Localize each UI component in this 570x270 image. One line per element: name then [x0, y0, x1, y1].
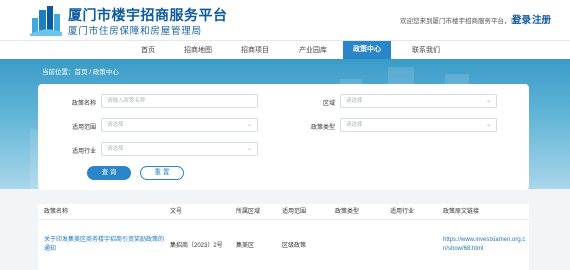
cell-scope: 区级政策 — [282, 243, 307, 249]
nav-item-map[interactable]: 招商地图 — [174, 45, 222, 55]
policy-name-label: 政策名称 — [71, 101, 96, 107]
breadcrumb: 当前位置：首页 / 政策中心 — [42, 69, 119, 76]
policy-type-label: 政策类型 — [310, 125, 335, 131]
register-link[interactable]: 注册 — [532, 12, 551, 26]
col-header-link: 政策原文链接 — [443, 209, 480, 215]
policy-name-link[interactable]: 关于印发集美区商务楼宇招商引资奖励政策的通知 — [44, 236, 164, 254]
col-header-scope: 适用范围 — [282, 209, 307, 215]
col-header-type: 政策类型 — [335, 209, 360, 215]
nav-item-projects[interactable]: 招商项目 — [231, 45, 279, 55]
policy-name-input[interactable]: 请输入政策名称 — [101, 94, 258, 108]
welcome-text: 欢迎您来到厦门市楼宇招商服务平台，请 — [400, 18, 517, 25]
site-title: 厦门市楼宇招商服务平台 — [68, 7, 228, 23]
cell-region: 集美区 — [236, 243, 255, 249]
query-button[interactable]: 查 询 — [87, 166, 131, 180]
scope-label: 适用范围 — [71, 125, 96, 131]
login-link[interactable]: 登录 — [512, 12, 531, 26]
chevron-down-icon: ⌄ — [246, 146, 252, 152]
cell-doc-no: 集招商〔2023〕2号 — [170, 243, 223, 249]
policy-source-link[interactable]: https://www.investxiamen.org.cn/show/68.… — [443, 236, 527, 254]
chevron-down-icon: ⌄ — [485, 98, 491, 104]
building-logo-icon — [30, 6, 62, 36]
region-label: 区域 — [322, 101, 335, 107]
chevron-down-icon: ⌄ — [485, 122, 491, 128]
col-header-doc-no: 文号 — [170, 209, 183, 215]
col-header-name: 政策名称 — [44, 209, 69, 215]
nav-item-policy[interactable]: 政策中心 — [343, 41, 391, 59]
policy-type-select[interactable]: 请选择 ⌄ — [340, 118, 497, 132]
nav-item-parks[interactable]: 产业园库 — [289, 45, 337, 55]
chevron-down-icon: ⌄ — [246, 122, 252, 128]
col-header-region: 所属区域 — [236, 209, 261, 215]
reset-button[interactable]: 重 置 — [140, 166, 184, 180]
main-nav: 首页 招商地图 招商项目 产业园库 政策中心 联系我们 — [0, 40, 570, 59]
top-header: 厦门市楼宇招商服务平台 厦门市住房保障和房屋管理局 欢迎您来到厦门市楼宇招商服务… — [0, 0, 570, 40]
region-select[interactable]: 请选择 ⌄ — [340, 94, 497, 108]
industry-select[interactable]: 请选择 ⌄ — [101, 142, 258, 156]
industry-label: 适用行业 — [71, 149, 96, 155]
nav-item-contact[interactable]: 联系我们 — [402, 45, 450, 55]
nav-item-home[interactable]: 首页 — [124, 45, 172, 55]
scope-select[interactable]: 请选择 ⌄ — [101, 118, 258, 132]
site-subtitle: 厦门市住房保障和房屋管理局 — [68, 26, 202, 37]
col-header-industry: 适用行业 — [390, 209, 415, 215]
table-divider — [38, 219, 529, 220]
